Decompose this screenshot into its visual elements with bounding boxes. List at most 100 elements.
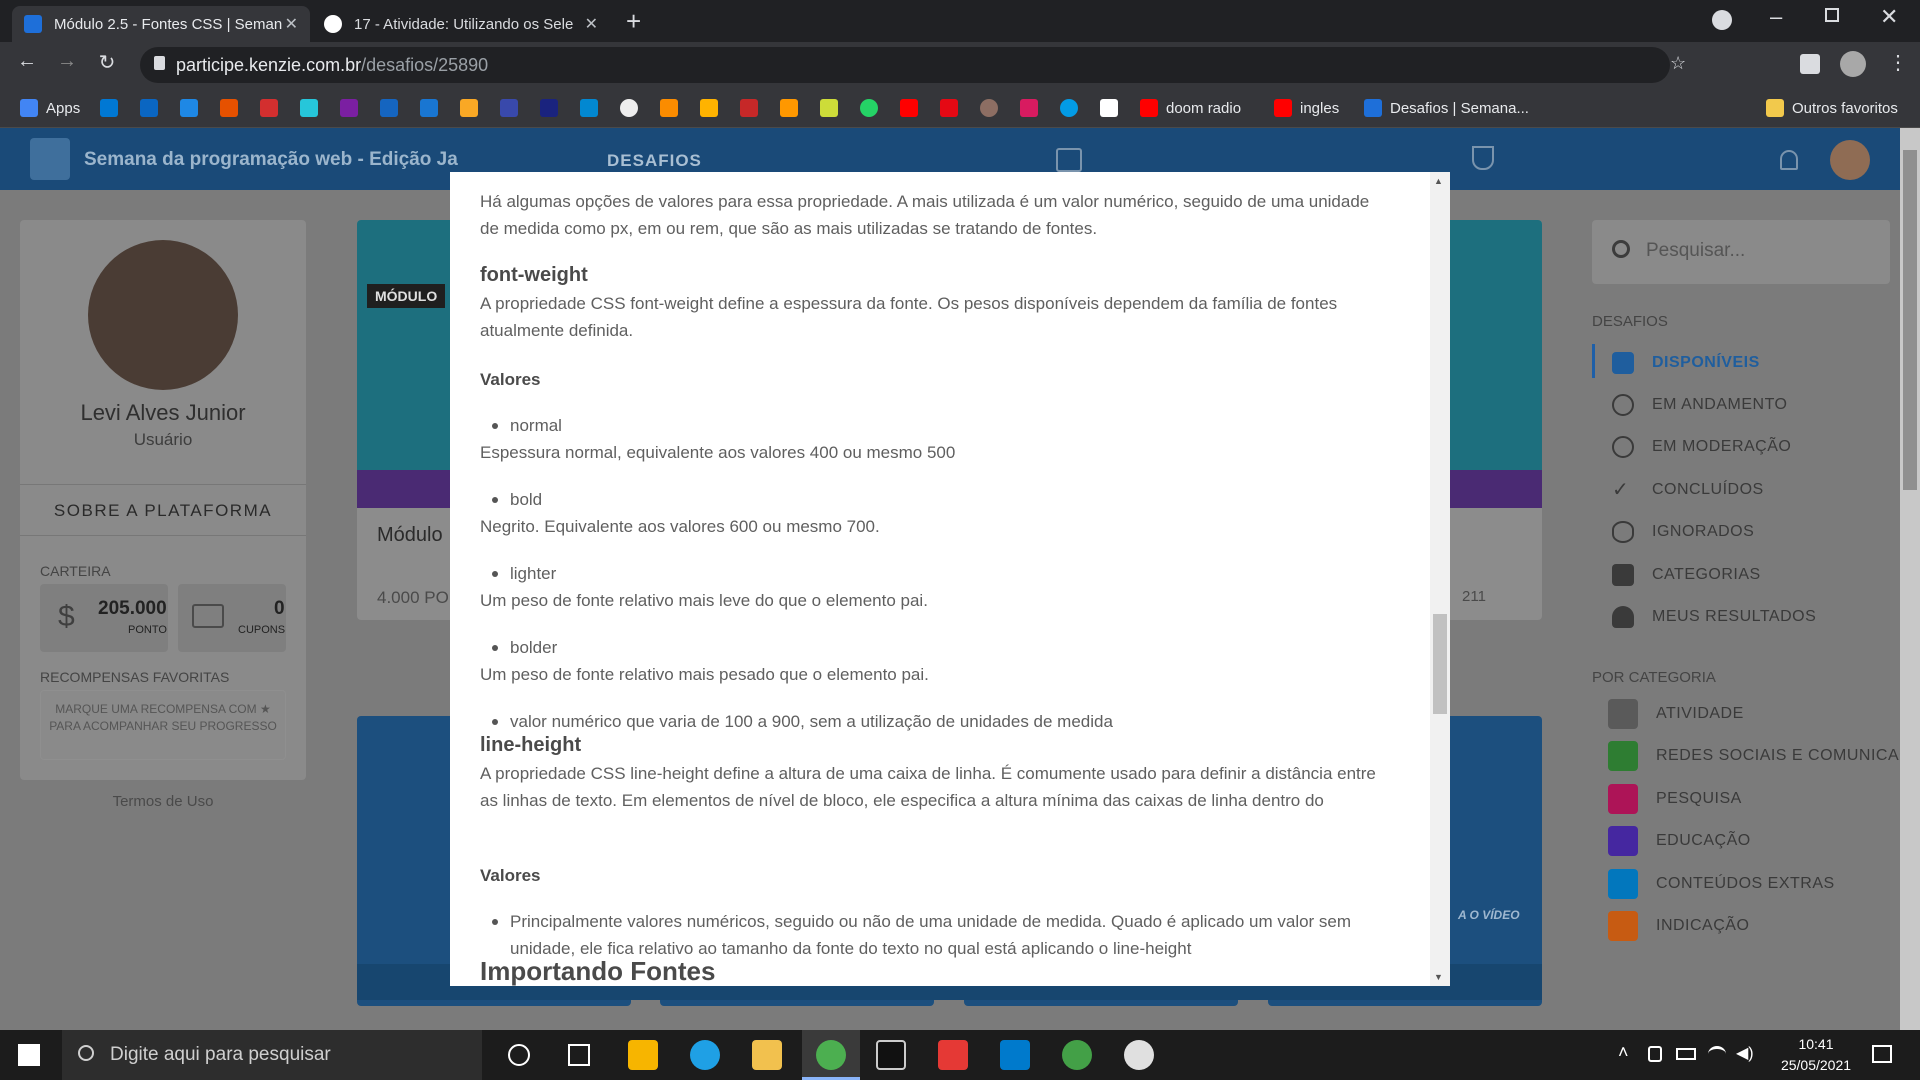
meet-icon[interactable] bbox=[1648, 1046, 1662, 1062]
close-tab-icon[interactable]: ✕ bbox=[585, 14, 598, 34]
bookmark-apps[interactable]: Apps bbox=[20, 98, 80, 118]
new-tab-button[interactable]: + bbox=[626, 6, 641, 37]
about-platform-button[interactable]: SOBRE A PLATAFORMA bbox=[20, 484, 306, 536]
scroll-up-icon[interactable]: ▲ bbox=[1434, 176, 1443, 186]
bookmark-19[interactable] bbox=[820, 98, 846, 118]
sidebar-item-em-andamento[interactable]: EM ANDAMENTO bbox=[1612, 394, 1788, 416]
close-window-icon[interactable]: ✕ bbox=[1880, 4, 1898, 30]
bookmark-13[interactable] bbox=[580, 98, 606, 118]
bookmark-outros-favoritos[interactable]: Outros favoritos bbox=[1766, 98, 1898, 118]
terminal-icon[interactable] bbox=[876, 1040, 906, 1070]
category-pesquisa[interactable]: PESQUISA bbox=[1608, 784, 1742, 814]
back-icon[interactable]: ← bbox=[12, 50, 42, 73]
git-icon[interactable] bbox=[938, 1040, 968, 1070]
bookmark-12[interactable] bbox=[540, 98, 566, 118]
sidebar-item-label: EM ANDAMENTO bbox=[1652, 396, 1788, 413]
sidebar-item-disponiveis[interactable]: DISPONÍVEIS bbox=[1612, 352, 1760, 374]
category-educacao[interactable]: EDUCAÇÃO bbox=[1608, 826, 1751, 856]
bookmark-25[interactable] bbox=[1060, 98, 1086, 118]
bookmark-15[interactable] bbox=[660, 98, 686, 118]
sidebar-item-ignorados[interactable]: IGNORADOS bbox=[1612, 521, 1754, 543]
sidebar-item-categorias[interactable]: CATEGORIAS bbox=[1612, 564, 1761, 586]
star-icon[interactable]: ☆ bbox=[1670, 53, 1686, 74]
user-avatar[interactable] bbox=[1830, 140, 1870, 180]
bookmark-netflix[interactable] bbox=[940, 98, 966, 118]
reload-icon[interactable]: ↻ bbox=[92, 50, 122, 75]
bookmark-whatsapp[interactable] bbox=[860, 98, 886, 118]
extensions-icon[interactable] bbox=[1800, 54, 1820, 74]
bookmark-23[interactable] bbox=[980, 98, 1006, 118]
bookmark-youtube[interactable] bbox=[900, 98, 926, 118]
nav-desafios[interactable]: DESAFIOS bbox=[607, 151, 702, 171]
maximize-icon[interactable] bbox=[1825, 8, 1839, 22]
bookmark-8[interactable] bbox=[380, 98, 406, 118]
bookmark-4[interactable] bbox=[220, 98, 246, 118]
bookmark-9[interactable] bbox=[420, 98, 446, 118]
bookmark-3[interactable] bbox=[180, 98, 206, 118]
address-bar[interactable]: participe.kenzie.com.br/desafios/25890 ☆ bbox=[140, 47, 1686, 83]
windows-start-icon[interactable] bbox=[18, 1044, 40, 1066]
task-view-icon[interactable] bbox=[568, 1044, 590, 1066]
forward-icon[interactable]: → bbox=[52, 50, 82, 73]
cortana-icon[interactable] bbox=[508, 1044, 530, 1066]
clock-app-icon[interactable] bbox=[1124, 1040, 1154, 1070]
bookmark-26[interactable] bbox=[1100, 98, 1126, 118]
bookmark-5[interactable] bbox=[260, 98, 286, 118]
bookmark-17[interactable] bbox=[740, 98, 766, 118]
search-box[interactable]: Pesquisar... bbox=[1592, 220, 1890, 284]
bookmark-outlook[interactable] bbox=[100, 98, 126, 118]
bookmark-icon bbox=[780, 99, 798, 117]
bookmark-7[interactable] bbox=[340, 98, 366, 118]
sidebar-item-em-moderacao[interactable]: EM MODERAÇÃO bbox=[1612, 436, 1791, 458]
bookmark-10[interactable] bbox=[460, 98, 486, 118]
category-atividade[interactable]: ATIVIDADE bbox=[1608, 699, 1744, 729]
trophy-icon[interactable] bbox=[1472, 146, 1494, 170]
sidebar-item-meus-resultados[interactable]: MEUS RESULTADOS bbox=[1612, 606, 1816, 628]
bookmark-desafios[interactable]: Desafios | Semana... bbox=[1364, 98, 1529, 118]
tab-modulo[interactable]: Módulo 2.5 - Fontes CSS | Seman ✕ bbox=[12, 6, 310, 42]
page-scrollbar[interactable] bbox=[1900, 128, 1920, 1030]
coupons-value: 0 bbox=[274, 598, 285, 619]
apps-grid-icon bbox=[20, 99, 38, 117]
profile-avatar-icon[interactable] bbox=[1840, 51, 1866, 77]
file-explorer-icon[interactable] bbox=[752, 1040, 782, 1070]
bookmark-18[interactable] bbox=[780, 98, 806, 118]
close-tab-icon[interactable]: ✕ bbox=[285, 14, 298, 34]
bookmark-ingles[interactable]: ingles bbox=[1274, 98, 1339, 118]
notifications-icon[interactable] bbox=[1872, 1045, 1892, 1063]
minimize-icon[interactable]: – bbox=[1770, 4, 1782, 30]
bookmark-github[interactable] bbox=[620, 98, 646, 118]
utorrent-icon[interactable] bbox=[1062, 1040, 1092, 1070]
taskbar-clock[interactable]: 10:41 25/05/2021 bbox=[1776, 1034, 1856, 1076]
battery-icon[interactable] bbox=[1676, 1048, 1696, 1060]
windows-taskbar: Digite aqui para pesquisar ˄ ◀) 10:41 25… bbox=[0, 1030, 1920, 1080]
category-conteudos-extras[interactable]: CONTEÚDOS EXTRAS bbox=[1608, 869, 1835, 899]
bookmark-6[interactable] bbox=[300, 98, 326, 118]
menu-icon[interactable]: ⋮ bbox=[1888, 50, 1908, 75]
tab-atividade[interactable]: 17 - Atividade: Utilizando os Sele ✕ bbox=[312, 6, 610, 42]
tab-search-icon[interactable] bbox=[1712, 10, 1732, 30]
bookmark-linkedin[interactable] bbox=[140, 98, 166, 118]
volume-icon[interactable]: ◀) bbox=[1736, 1043, 1754, 1063]
bookmark-24[interactable] bbox=[1020, 98, 1046, 118]
wifi-icon[interactable] bbox=[1708, 1046, 1726, 1062]
bookmark-11[interactable] bbox=[500, 98, 526, 118]
category-redes-sociais[interactable]: REDES SOCIAIS E COMUNICAÇ bbox=[1608, 741, 1911, 771]
edge-icon[interactable] bbox=[690, 1040, 720, 1070]
category-indicacao[interactable]: INDICAÇÃO bbox=[1608, 911, 1749, 941]
modal-scrollbar-thumb[interactable] bbox=[1433, 614, 1447, 714]
bookmark-doom-radio[interactable]: doom radio bbox=[1140, 98, 1241, 118]
bookmark-16[interactable] bbox=[700, 98, 726, 118]
scroll-down-icon[interactable]: ▼ bbox=[1434, 972, 1443, 982]
sidebar-item-concluidos[interactable]: ✓ CONCLUÍDOS bbox=[1612, 479, 1764, 501]
vscode-icon[interactable] bbox=[1000, 1040, 1030, 1070]
taskbar-search[interactable]: Digite aqui para pesquisar bbox=[62, 1030, 482, 1080]
modal-scrollbar[interactable]: ▲ ▼ bbox=[1430, 172, 1450, 986]
bell-icon[interactable] bbox=[1780, 150, 1798, 170]
chrome-icon[interactable] bbox=[816, 1040, 846, 1070]
sublime-icon[interactable] bbox=[628, 1040, 658, 1070]
gift-icon[interactable] bbox=[1056, 148, 1082, 172]
chevron-up-icon[interactable]: ˄ bbox=[1618, 1042, 1629, 1063]
terms-link[interactable]: Termos de Uso bbox=[20, 793, 306, 810]
page-scrollbar-thumb[interactable] bbox=[1903, 150, 1917, 490]
